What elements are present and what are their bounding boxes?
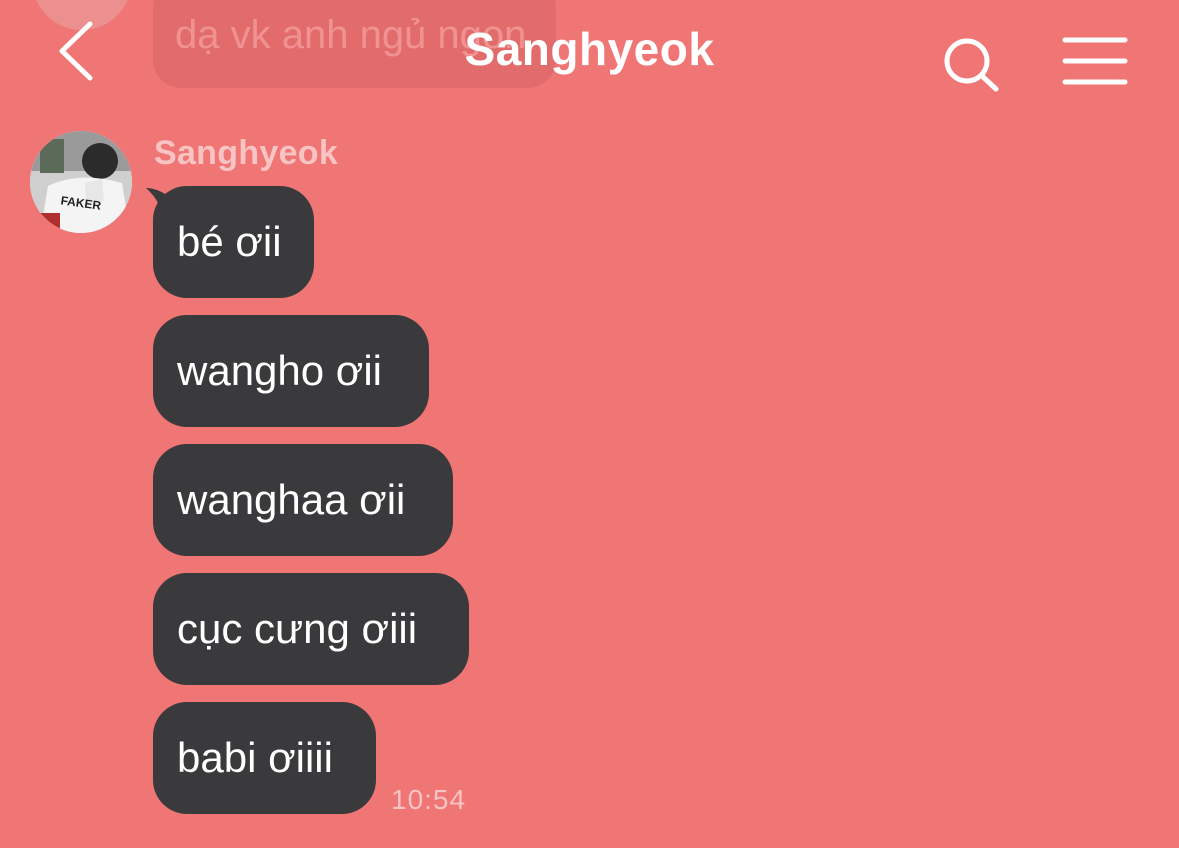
message-bubble[interactable]: bé ơii	[153, 186, 314, 298]
chat-header: Sanghyeok	[0, 0, 1179, 110]
message-text: wanghaa ơii	[177, 476, 406, 523]
message-text: bé ơii	[177, 218, 282, 265]
avatar-photo: FAKER	[30, 131, 132, 233]
message-bubble[interactable]: cục cưng ơiii	[153, 573, 469, 685]
sender-avatar[interactable]: FAKER	[30, 131, 132, 233]
search-icon	[944, 38, 999, 92]
menu-button[interactable]	[1062, 36, 1128, 86]
message-bubble[interactable]: wanghaa ơii	[153, 444, 453, 556]
message-text: cục cưng ơiii	[177, 605, 418, 652]
message-bubble[interactable]: babi ơiiii	[153, 702, 376, 814]
search-button[interactable]	[940, 34, 1004, 94]
sender-name: Sanghyeok	[154, 134, 339, 172]
message-timestamp: 10:54	[391, 784, 467, 815]
hamburger-menu-icon	[1062, 37, 1128, 85]
message-text: wangho ơii	[177, 347, 382, 394]
message-text: babi ơiiii	[177, 734, 333, 781]
message-bubble[interactable]: wangho ơii	[153, 315, 429, 427]
